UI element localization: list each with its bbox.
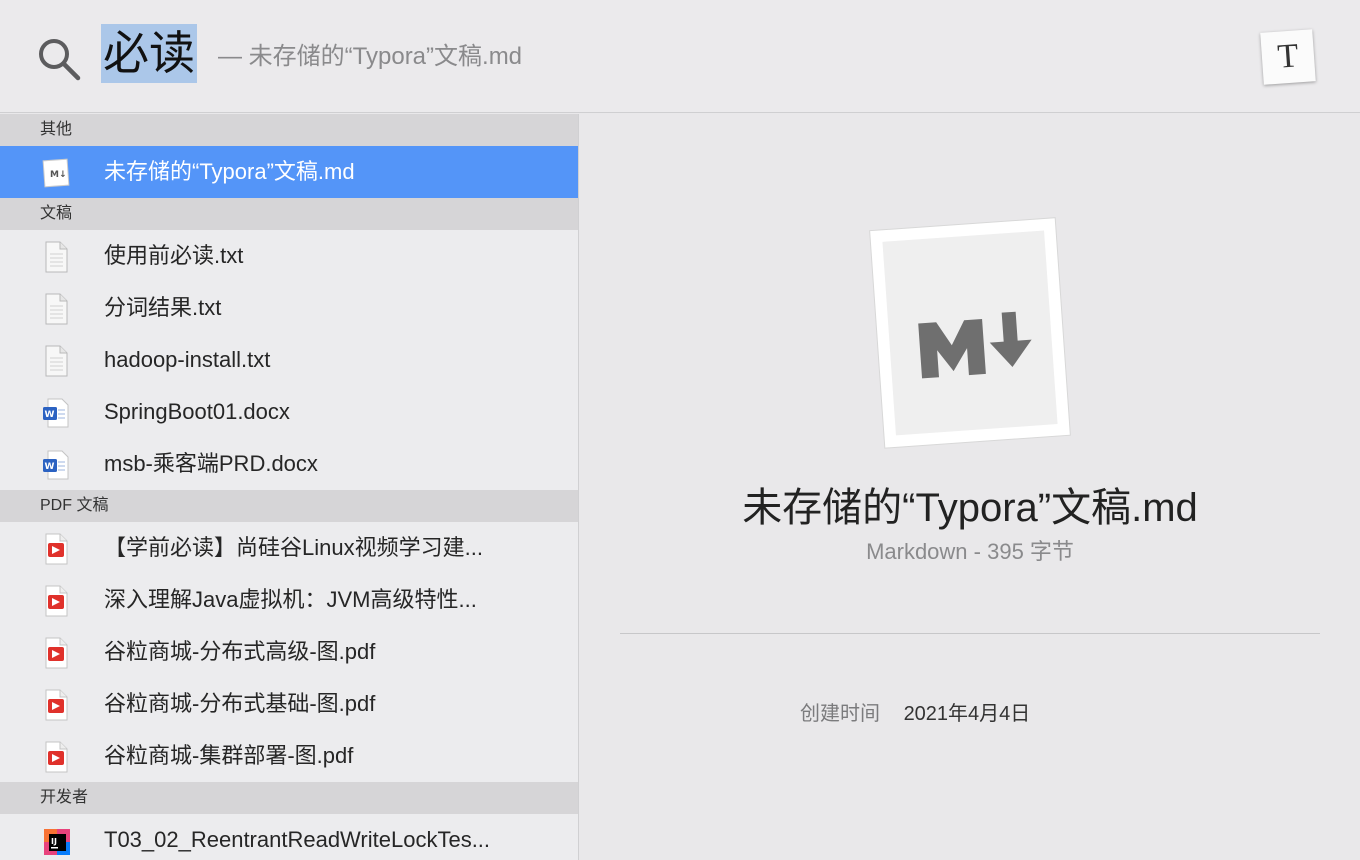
pdf-icon [42,689,70,721]
result-row[interactable]: hadoop-install.txt [0,334,578,386]
results-list[interactable]: 其他 M↓ 未存储的“Typora”文稿.md 文稿使用前必读.txt 分词结果.txt… [0,114,579,860]
result-label: 【学前必读】尚硅谷Linux视频学习建... [104,535,483,560]
text-file-icon [42,345,70,377]
result-label: 谷粒商城-分布式高级-图.pdf [104,639,376,664]
section-header: PDF 文稿 [0,490,578,522]
result-row[interactable]: 分词结果.txt [0,282,578,334]
result-row[interactable]: 谷粒商城-分布式基础-图.pdf [0,678,578,730]
result-label: 使用前必读.txt [104,243,244,268]
created-label: 创建时间 [800,703,880,725]
svg-text:W: W [45,462,55,472]
search-completion-hint: — 未存储的“Typora”文稿.md [218,43,523,70]
result-row[interactable]: 深入理解Java虚拟机：JVM高级特性... [0,574,578,626]
created-date-row: 创建时间 2021年4月4日 [800,700,1030,728]
result-label: msb-乘客端PRD.docx [104,451,318,476]
result-label: 分词结果.txt [104,295,222,320]
preview-divider [620,633,1320,634]
markdown-document-thumbnail [869,217,1071,449]
intellij-icon: IJ [42,825,70,857]
text-file-icon [42,241,70,273]
created-value: 2021年4月4日 [903,703,1031,725]
typora-letter: T [1276,37,1300,76]
result-label: hadoop-install.txt [104,347,271,372]
pdf-icon [42,585,70,617]
result-row[interactable]: 使用前必读.txt [0,230,578,282]
result-label: SpringBoot01.docx [104,399,290,424]
pdf-icon [42,741,70,773]
result-label: 谷粒商城-分布式基础-图.pdf [104,691,376,716]
svg-text:M↓: M↓ [50,170,67,180]
typora-app-icon: T [1260,29,1316,85]
result-row[interactable]: Wmsb-乘客端PRD.docx [0,438,578,490]
section-header: 开发者 [0,782,578,814]
result-label: 深入理解Java虚拟机：JVM高级特性... [104,587,477,612]
result-row[interactable]: IJ T03_02_ReentrantReadWriteLockTes... [0,814,578,860]
search-query[interactable]: 必读 [101,24,197,83]
section-header: 文稿 [0,198,578,230]
result-row[interactable]: 谷粒商城-分布式高级-图.pdf [0,626,578,678]
result-label: T03_02_ReentrantReadWriteLockTes... [104,827,491,852]
preview-title: 未存储的“Typora”文稿.md [742,486,1198,530]
markdown-icon: M↓ [42,157,70,189]
text-file-icon [42,293,70,325]
result-row[interactable]: 谷粒商城-集群部署-图.pdf [0,730,578,782]
result-label: 谷粒商城-集群部署-图.pdf [104,743,354,768]
pdf-icon [42,637,70,669]
svg-text:IJ: IJ [51,837,57,846]
search-icon [39,39,81,81]
word-doc-icon: W [42,449,70,481]
pdf-icon [42,533,70,565]
result-row[interactable]: W SpringBoot01.docx [0,386,578,438]
result-label: 未存储的“Typora”文稿.md [104,159,355,184]
section-header: 其他 [0,114,578,146]
word-doc-icon: W [42,397,70,429]
spotlight-search-bar[interactable]: 必读 — 未存储的“Typora”文稿.md T [0,0,1360,113]
preview-subtitle: Markdown - 395 字节 [866,539,1074,564]
result-row[interactable]: M↓ 未存储的“Typora”文稿.md [0,146,578,198]
svg-text:W: W [45,410,55,420]
result-row[interactable]: 【学前必读】尚硅谷Linux视频学习建... [0,522,578,574]
